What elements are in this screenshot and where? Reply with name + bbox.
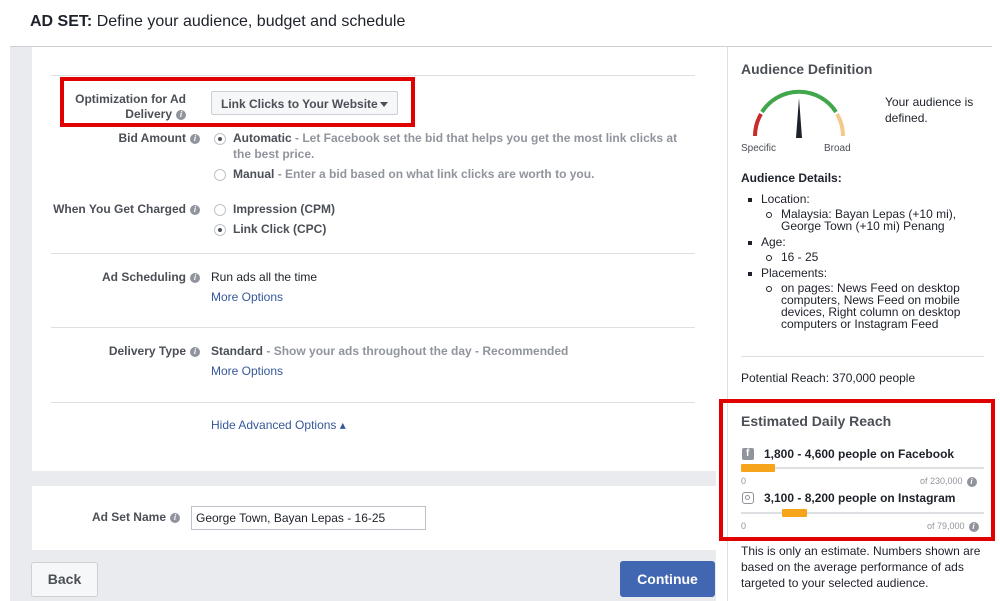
ad-scheduling-label: Ad Scheduling i [60, 270, 200, 285]
facebook-icon: f [742, 448, 754, 460]
info-icon[interactable]: i [190, 346, 200, 357]
page-title: AD SET: Define your audience, budget and… [30, 13, 406, 30]
facebook-min-label: 0 [741, 476, 747, 486]
instagram-max-label: of 79,000 i [927, 521, 979, 532]
facebook-reach-bar [741, 464, 776, 472]
delivery-type-label: Delivery Type i [60, 344, 200, 359]
scheduling-more-options-link[interactable]: More Options [211, 290, 283, 304]
potential-reach: Potential Reach: 370,000 people [741, 371, 916, 385]
facebook-reach-track [741, 467, 984, 469]
audience-details-list: Location: Malaysia: Bayan Lepas (+10 mi)… [748, 192, 985, 333]
info-icon[interactable]: i [968, 521, 979, 532]
charged-cpm-option[interactable]: Impression (CPM) [233, 201, 335, 217]
charged-cpc-option[interactable]: Link Click (CPC) [233, 221, 326, 237]
continue-button[interactable]: Continue [620, 561, 715, 597]
gauge-broad-label: Broad [824, 143, 851, 154]
bid-manual-radio[interactable] [214, 169, 226, 181]
highlight-box-optimization [60, 77, 415, 127]
ad-set-name-input[interactable]: George Town, Bayan Lepas - 16-25 [191, 506, 426, 530]
ad-set-name-label: Ad Set Name i [60, 510, 180, 525]
placements-value: on pages: News Feed on desktop computers… [766, 282, 985, 330]
audience-defined-text: Your audience is defined. [885, 95, 974, 125]
delivery-more-options-link[interactable]: More Options [211, 364, 283, 378]
info-icon[interactable]: i [170, 512, 180, 523]
ad-scheduling-value: Run ads all the time [211, 270, 318, 284]
row-divider [51, 402, 695, 403]
audience-gauge [753, 89, 845, 138]
estimate-note: This is only an estimate. Numbers shown … [741, 544, 981, 590]
sidebar-separator [741, 356, 984, 357]
list-item: Age: 16 - 25 [748, 235, 985, 263]
audience-details-title: Audience Details: [741, 171, 842, 185]
charged-cpm-radio[interactable] [214, 204, 226, 216]
bid-automatic-option[interactable]: Automatic - Let Facebook set the bid tha… [233, 130, 683, 162]
audience-definition-title: Audience Definition [741, 61, 873, 77]
charged-cpc-radio[interactable] [214, 224, 226, 236]
info-icon[interactable]: i [190, 133, 200, 144]
back-button[interactable]: Back [31, 562, 98, 597]
bid-automatic-radio[interactable] [214, 133, 226, 145]
list-item: Placements: on pages: News Feed on deskt… [748, 266, 985, 330]
bid-amount-label: Bid Amount i [60, 131, 200, 146]
list-item: Location: Malaysia: Bayan Lepas (+10 mi)… [748, 192, 985, 232]
info-icon[interactable]: i [966, 476, 977, 487]
instagram-reach-text: 3,100 - 8,200 people on Instagram [764, 491, 956, 505]
age-value: 16 - 25 [766, 251, 985, 263]
info-icon[interactable]: i [190, 272, 200, 283]
gauge-needle [796, 98, 802, 138]
info-icon[interactable]: i [190, 204, 200, 215]
facebook-reach-text: 1,800 - 4,600 people on Facebook [764, 447, 955, 461]
page-header: AD SET: Define your audience, budget and… [0, 0, 1000, 46]
location-value: Malaysia: Bayan Lepas (+10 mi), George T… [766, 208, 985, 232]
row-divider [51, 327, 695, 328]
bid-manual-option[interactable]: Manual - Enter a bid based on what link … [233, 166, 683, 182]
facebook-max-label: of 230,000 i [920, 476, 977, 487]
charged-label: When You Get Charged i [45, 202, 200, 217]
estimated-daily-reach-title: Estimated Daily Reach [741, 413, 892, 429]
delivery-type-value: Standard - Show your ads throughout the … [211, 344, 569, 358]
instagram-reach-track [741, 512, 984, 514]
instagram-reach-bar [782, 509, 807, 517]
row-divider [51, 75, 695, 76]
instagram-min-label: 0 [741, 521, 747, 531]
instagram-icon [742, 492, 754, 504]
gauge-specific-label: Specific [741, 143, 777, 154]
hide-advanced-options-link[interactable]: Hide Advanced Options ▴ [211, 418, 346, 432]
row-divider [51, 253, 695, 254]
